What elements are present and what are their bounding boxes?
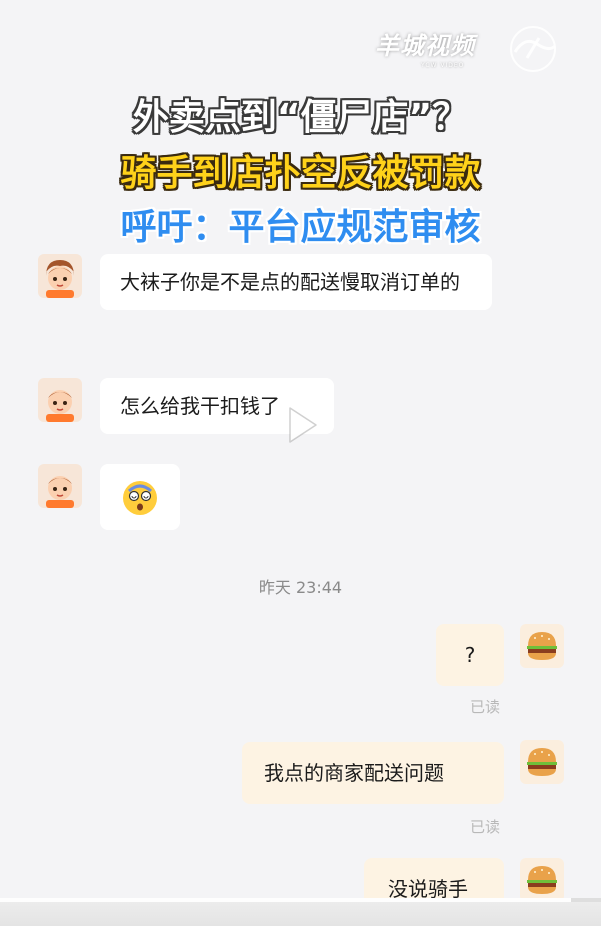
burger-avatar-icon[interactable] [520, 624, 564, 668]
message-bubble-incoming[interactable]: 大袜子你是不是点的配送慢取消订单的 [100, 254, 492, 310]
message-bubble-outgoing[interactable]: 我点的商家配送问题 [242, 742, 504, 804]
watermark-brand: 羊城视频 [375, 31, 475, 60]
rider-avatar[interactable] [38, 378, 82, 422]
read-receipt: 已读 [470, 698, 501, 716]
dizzy-face-emoji-icon [123, 481, 157, 515]
headline-line-3: 呼吁：平台应规范审核 [120, 207, 481, 248]
play-icon[interactable] [282, 404, 320, 446]
read-receipt: 已读 [470, 818, 501, 836]
message-text: 大袜子你是不是点的配送慢取消订单的 [120, 270, 460, 294]
rider-avatar[interactable] [38, 464, 82, 508]
watermark: 羊城视频 YCW VIDEO [375, 22, 575, 78]
burger-avatar-icon[interactable] [520, 858, 564, 902]
headline-line-1: 外卖点到“僵尸店”？ [132, 97, 469, 138]
message-text: 我点的商家配送问题 [264, 761, 444, 785]
message-text: 怎么给我干扣钱了 [120, 394, 280, 418]
channel-logo-icon [510, 26, 557, 72]
burger-avatar-icon[interactable] [520, 740, 564, 784]
chat-timestamp: 昨天 23:44 [258, 578, 343, 597]
headline-line-2: 骑手到店扑空反被罚款 [120, 153, 481, 194]
message-bubble-outgoing[interactable]: ? [436, 624, 504, 686]
message-bubble-incoming[interactable] [100, 464, 180, 530]
bottom-bar [0, 902, 601, 926]
rider-avatar[interactable] [38, 254, 82, 298]
watermark-sub: YCW VIDEO [421, 62, 465, 69]
message-text: ? [464, 643, 476, 667]
